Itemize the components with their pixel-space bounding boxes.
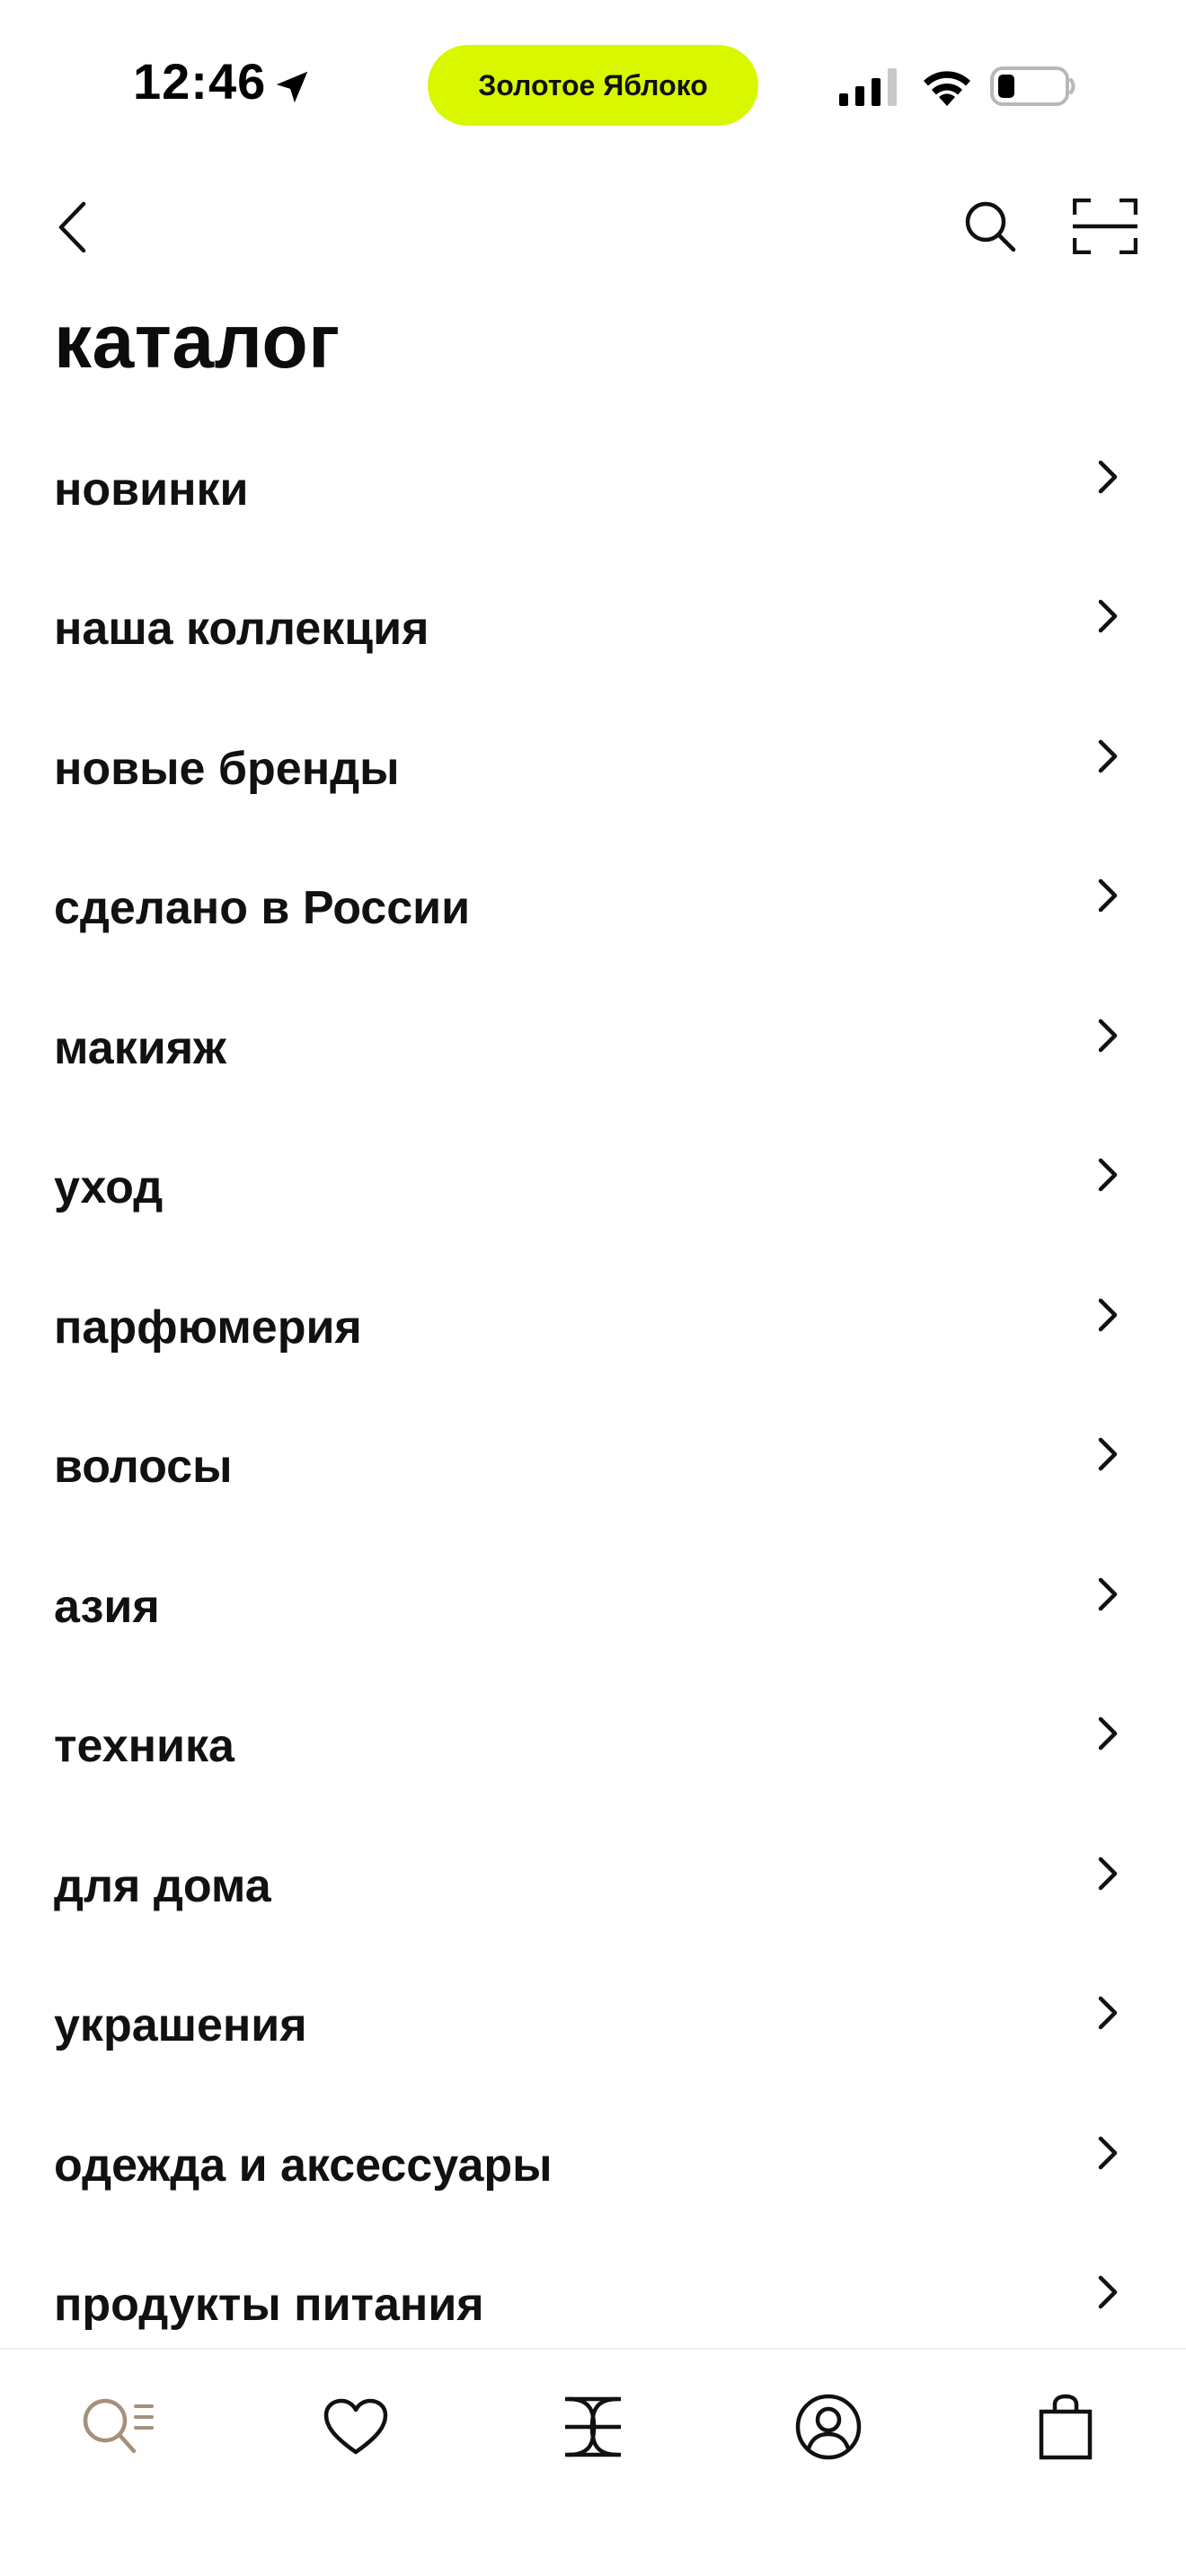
catalog-item-label: новинки xyxy=(54,463,249,516)
catalog-item-label: техника xyxy=(54,1720,235,1773)
app-banner-pill[interactable]: Золотое Яблоко xyxy=(428,45,758,126)
bottom-tab-bar xyxy=(0,2348,1186,2576)
heart-icon xyxy=(323,2398,388,2455)
catalog-item-care[interactable]: уход xyxy=(0,1121,1186,1261)
catalog-item-made-in-russia[interactable]: сделано в России xyxy=(0,842,1186,982)
app-banner-label: Золотое Яблоко xyxy=(478,68,708,101)
tab-profile[interactable] xyxy=(783,2382,873,2472)
search-button[interactable] xyxy=(958,194,1022,259)
catalog-item-new-brands[interactable]: новые бренды xyxy=(0,701,1186,842)
search-icon xyxy=(965,201,1016,252)
chevron-right-icon xyxy=(1098,739,1118,772)
shopping-bag-icon xyxy=(1039,2394,1093,2460)
scan-button[interactable] xyxy=(1069,194,1141,259)
tab-favorites[interactable] xyxy=(311,2382,401,2472)
catalog-item-our-collection[interactable]: наша коллекция xyxy=(0,562,1186,702)
tab-catalog[interactable] xyxy=(74,2382,164,2472)
chevron-right-icon xyxy=(1098,1857,1118,1890)
catalog-item-novinki[interactable]: новинки xyxy=(0,422,1186,562)
status-time: 12:46 xyxy=(133,53,267,110)
catalog-item-label: волосы xyxy=(54,1441,233,1494)
catalog-item-label: новые бренды xyxy=(54,742,400,795)
battery-icon xyxy=(990,66,1075,106)
chevron-right-icon xyxy=(1098,1019,1118,1052)
catalog-item-label: наша коллекция xyxy=(54,603,429,656)
chevron-right-icon xyxy=(1098,460,1118,493)
back-button[interactable] xyxy=(47,199,97,255)
location-arrow-icon xyxy=(276,71,308,103)
catalog-item-food[interactable]: продукты питания xyxy=(0,2238,1186,2347)
profile-icon xyxy=(795,2394,862,2460)
chevron-right-icon xyxy=(1098,600,1118,633)
catalog-item-label: продукты питания xyxy=(54,2279,484,2332)
chevron-right-icon xyxy=(1098,1159,1118,1192)
chevron-left-icon xyxy=(58,201,86,253)
catalog-item-label: одежда и аксессуары xyxy=(54,2139,553,2192)
status-bar: 12:46 Золотое Яблоко xyxy=(0,0,1186,171)
catalog-item-label: сделано в России xyxy=(54,882,471,935)
chevron-right-icon xyxy=(1098,2136,1118,2169)
catalog-item-clothing-accessories[interactable]: одежда и аксессуары xyxy=(0,2098,1186,2238)
page-title: каталог xyxy=(54,299,341,384)
brand-logo-icon xyxy=(565,2396,621,2457)
catalog-item-label: уход xyxy=(54,1161,164,1214)
tab-cart[interactable] xyxy=(1021,2382,1111,2472)
cellular-signal-icon xyxy=(839,68,897,106)
chevron-right-icon xyxy=(1098,1577,1118,1610)
catalog-item-label: азия xyxy=(54,1580,160,1633)
tab-home[interactable] xyxy=(548,2382,638,2472)
catalog-item-asia[interactable]: азия xyxy=(0,1539,1186,1680)
catalog-item-makeup[interactable]: макияж xyxy=(0,981,1186,1121)
wifi-icon xyxy=(924,71,970,106)
catalog-item-perfumery[interactable]: парфюмерия xyxy=(0,1260,1186,1400)
catalog-item-label: для дома xyxy=(54,1859,271,1912)
catalog-item-hair[interactable]: волосы xyxy=(0,1400,1186,1540)
catalog-list: новинки наша коллекция новые бренды сдел… xyxy=(0,422,1186,2346)
chevron-right-icon xyxy=(1098,2276,1118,2309)
chevron-right-icon xyxy=(1098,1997,1118,2030)
catalog-item-appliances[interactable]: техника xyxy=(0,1680,1186,1820)
catalog-item-label: парфюмерия xyxy=(54,1301,362,1354)
catalog-item-jewelry[interactable]: украшения xyxy=(0,1959,1186,2099)
chevron-right-icon xyxy=(1098,1298,1118,1331)
catalog-item-label: макияж xyxy=(54,1021,226,1074)
chevron-right-icon xyxy=(1098,1717,1118,1751)
catalog-item-home[interactable]: для дома xyxy=(0,1819,1186,1959)
catalog-item-label: украшения xyxy=(54,1999,307,2052)
chevron-right-icon xyxy=(1098,879,1118,913)
catalog-search-icon xyxy=(83,2398,154,2454)
chevron-right-icon xyxy=(1098,1438,1118,1471)
scan-icon xyxy=(1073,198,1137,254)
